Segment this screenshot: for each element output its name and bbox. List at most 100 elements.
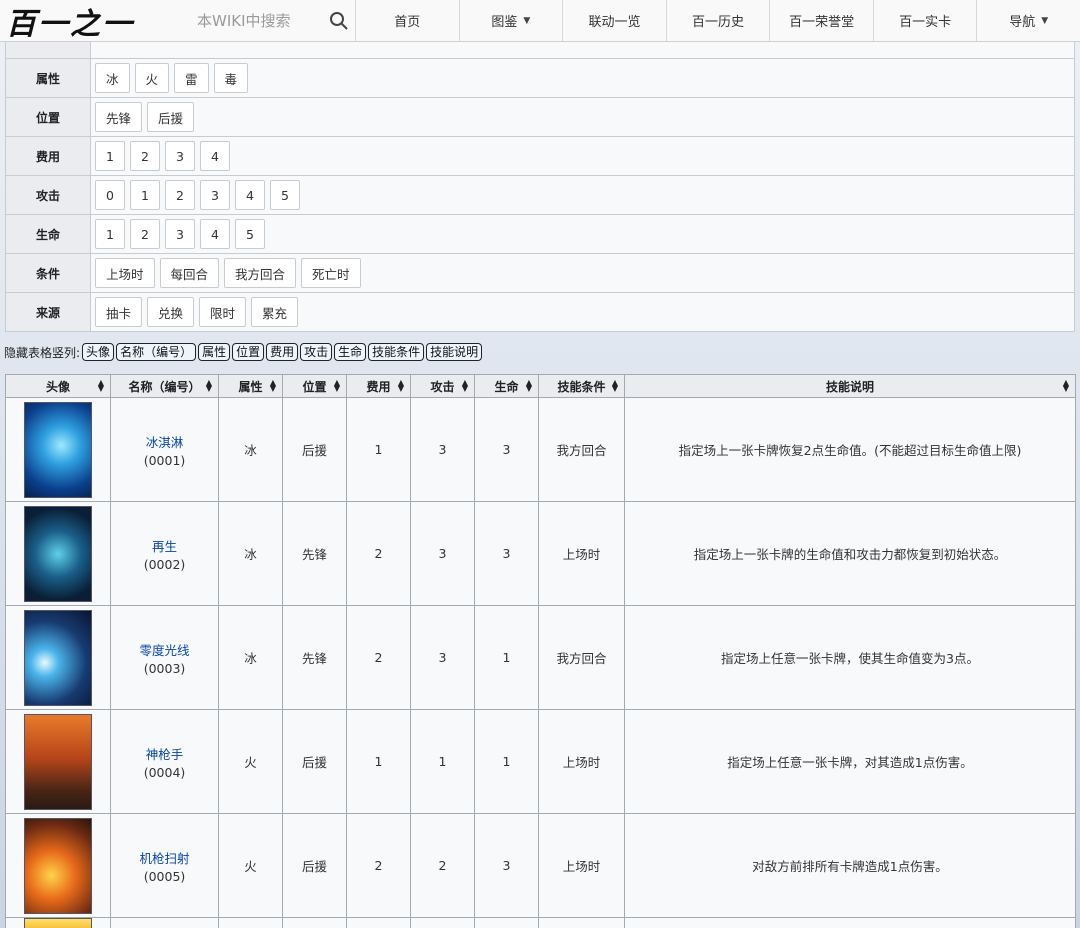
filter-chip[interactable]: 1 bbox=[95, 219, 125, 249]
column-header-attack[interactable]: 攻击 ▲ ▼ bbox=[410, 374, 475, 398]
card-code: (0003) bbox=[143, 660, 186, 676]
nav-collab[interactable]: 联动一览 bbox=[562, 0, 666, 41]
hide-column-button[interactable]: 位置 bbox=[232, 343, 265, 361]
column-header-hp[interactable]: 生命 ▲ ▼ bbox=[474, 374, 539, 398]
description-cell bbox=[624, 917, 1076, 928]
condition-cell bbox=[538, 917, 625, 928]
cost-cell: 2 bbox=[346, 605, 411, 710]
filter-options: 先锋 后援 bbox=[91, 98, 195, 136]
card-avatar[interactable] bbox=[24, 713, 92, 810]
hide-column-button[interactable]: 头像 bbox=[82, 343, 115, 361]
caret-down-icon: ▼ bbox=[523, 15, 531, 26]
column-header-cost[interactable]: 费用 ▲ ▼ bbox=[346, 374, 411, 398]
sort-icon[interactable]: ▲ ▼ bbox=[98, 379, 104, 393]
name-cell: 冰淇淋 (0001) bbox=[110, 397, 219, 502]
filter-chip[interactable]: 抽卡 bbox=[95, 297, 143, 327]
sort-icon[interactable]: ▲ ▼ bbox=[612, 379, 618, 393]
nav-navigation[interactable]: 导航 ▼ bbox=[976, 0, 1080, 41]
name-cell: 再生 (0002) bbox=[110, 501, 219, 606]
filter-panel: 属性 冰 火 雷 毒 位置 先锋 后援 费用 1 2 3 4 攻击 0 1 2 … bbox=[5, 18, 1075, 332]
filter-chip[interactable]: 3 bbox=[200, 180, 230, 210]
filter-chip[interactable]: 2 bbox=[130, 219, 160, 249]
site-logo[interactable]: 百一之一 bbox=[0, 0, 185, 42]
filter-chip[interactable]: 上场时 bbox=[95, 258, 155, 288]
column-header-name[interactable]: 名称（编号） ▲ ▼ bbox=[110, 374, 219, 398]
filter-chip[interactable]: 1 bbox=[130, 180, 160, 210]
filter-chip[interactable]: 先锋 bbox=[95, 102, 143, 132]
description-cell: 指定场上一张卡牌的生命值和攻击力都恢复到初始状态。 bbox=[624, 501, 1076, 606]
description-cell: 指定场上任意一张卡牌，对其造成1点伤害。 bbox=[624, 709, 1076, 814]
filter-chip[interactable]: 每回合 bbox=[159, 258, 220, 288]
filter-row-source: 来源 抽卡 兑换 限时 累充 bbox=[6, 292, 1074, 331]
sort-icon[interactable]: ▲ ▼ bbox=[1063, 379, 1069, 393]
nav-physical-cards-label: 百一实卡 bbox=[899, 15, 952, 30]
hide-column-button[interactable]: 费用 bbox=[266, 343, 299, 361]
filter-chip[interactable]: 4 bbox=[200, 141, 230, 171]
card-avatar[interactable] bbox=[24, 401, 92, 498]
filter-chip[interactable]: 火 bbox=[134, 63, 170, 93]
filter-chip[interactable]: 5 bbox=[270, 180, 300, 210]
sort-icon[interactable]: ▲ ▼ bbox=[334, 379, 340, 393]
card-name-link[interactable]: 神枪手 bbox=[146, 747, 184, 762]
column-header-description[interactable]: 技能说明 ▲ ▼ bbox=[624, 374, 1076, 398]
sort-icon[interactable]: ▲ ▼ bbox=[206, 379, 212, 393]
nav-home[interactable]: 首页 bbox=[355, 0, 459, 41]
cost-cell: 2 bbox=[346, 501, 411, 606]
filter-chip[interactable]: 限时 bbox=[199, 297, 247, 327]
filter-chip[interactable]: 我方回合 bbox=[224, 258, 297, 288]
attack-cell: 3 bbox=[410, 605, 475, 710]
position-cell: 先锋 bbox=[282, 501, 347, 606]
hide-column-button[interactable]: 攻击 bbox=[300, 343, 333, 361]
search-icon[interactable] bbox=[329, 11, 349, 31]
filter-chip[interactable]: 5 bbox=[235, 219, 265, 249]
filter-chip[interactable]: 兑换 bbox=[147, 297, 195, 327]
card-name-link[interactable]: 冰淇淋 bbox=[146, 435, 184, 450]
card-avatar[interactable] bbox=[24, 609, 92, 706]
nav-history[interactable]: 百一历史 bbox=[665, 0, 770, 41]
filter-chip[interactable]: 2 bbox=[165, 180, 195, 210]
filter-row-attack: 攻击 0 1 2 3 4 5 bbox=[6, 175, 1074, 214]
hide-column-button[interactable]: 属性 bbox=[198, 343, 231, 361]
sort-icon[interactable]: ▲ ▼ bbox=[462, 379, 468, 393]
filter-chip[interactable]: 后援 bbox=[147, 102, 195, 132]
filter-row-label: 费用 bbox=[6, 137, 91, 175]
sort-icon[interactable]: ▲ ▼ bbox=[398, 379, 404, 393]
filter-chip[interactable]: 4 bbox=[235, 180, 265, 210]
nav-hall-of-fame[interactable]: 百一荣誉堂 bbox=[769, 0, 873, 41]
column-header-condition[interactable]: 技能条件 ▲ ▼ bbox=[538, 374, 625, 398]
filter-chip[interactable]: 冰 bbox=[95, 63, 130, 93]
column-header-label: 费用 bbox=[366, 379, 391, 394]
filter-chip[interactable]: 4 bbox=[200, 219, 230, 249]
column-header-attribute[interactable]: 属性 ▲ ▼ bbox=[218, 374, 283, 398]
filter-chip[interactable]: 3 bbox=[165, 141, 195, 171]
sort-icon[interactable]: ▲ ▼ bbox=[270, 379, 276, 393]
filter-chip[interactable]: 雷 bbox=[174, 63, 209, 93]
table-header-row: 头像 ▲ ▼ 名称（编号） ▲ ▼ 属性 ▲ ▼ 位置 ▲ ▼ 费用 ▲ ▼ 攻击 ▲ ▼ 生命 ▲ ▼ 技… bbox=[5, 374, 1076, 398]
filter-chip[interactable]: 3 bbox=[165, 219, 195, 249]
nav-catalog[interactable]: 图鉴 ▼ bbox=[458, 0, 563, 41]
card-avatar[interactable] bbox=[24, 505, 92, 602]
filter-chip[interactable]: 2 bbox=[130, 141, 160, 171]
filter-chip[interactable]: 毒 bbox=[213, 63, 249, 93]
card-avatar[interactable] bbox=[24, 918, 92, 928]
card-name-link[interactable]: 机枪扫射 bbox=[139, 851, 189, 866]
attribute-cell: 冰 bbox=[218, 605, 283, 710]
hide-column-button[interactable]: 技能条件 bbox=[368, 343, 425, 361]
attribute-cell: 冰 bbox=[218, 397, 283, 502]
card-name-link[interactable]: 零度光线 bbox=[139, 643, 189, 658]
sort-icon[interactable]: ▲ ▼ bbox=[526, 379, 532, 393]
hide-column-button[interactable]: 生命 bbox=[334, 343, 367, 361]
filter-chip[interactable]: 0 bbox=[95, 180, 125, 210]
search-input[interactable] bbox=[185, 5, 325, 36]
nav-physical-cards[interactable]: 百一实卡 bbox=[872, 0, 977, 41]
filter-chip[interactable]: 死亡时 bbox=[301, 258, 361, 288]
name-cell: 零度光线 (0003) bbox=[110, 605, 219, 710]
card-name-link[interactable]: 再生 bbox=[152, 539, 177, 554]
column-header-avatar[interactable]: 头像 ▲ ▼ bbox=[5, 374, 111, 398]
filter-chip[interactable]: 累充 bbox=[251, 297, 299, 327]
card-avatar[interactable] bbox=[24, 817, 92, 914]
hide-column-button[interactable]: 技能说明 bbox=[426, 343, 483, 361]
column-header-position[interactable]: 位置 ▲ ▼ bbox=[282, 374, 347, 398]
hide-column-button[interactable]: 名称（编号） bbox=[116, 343, 197, 361]
filter-chip[interactable]: 1 bbox=[95, 141, 125, 171]
